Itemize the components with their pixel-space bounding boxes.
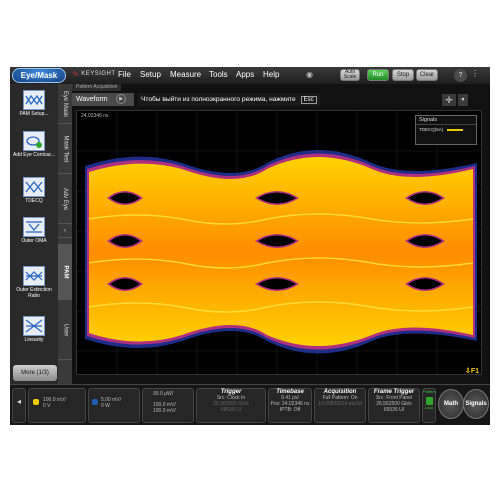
signals-legend-title: Signals [416,116,476,125]
sidebar-item-label: Linearity [24,337,44,343]
channel-1-color-chip [33,399,39,405]
keysight-wave-icon: ∿ [72,69,80,78]
tab-adv-eye[interactable]: Adv Eye [58,174,72,224]
eye-contour-icon [23,131,45,151]
frame-trigger-panel[interactable]: Frame Trigger Src: Front Panel 26.562500… [368,388,420,423]
tab-pam[interactable]: PAM [58,244,72,300]
more-measurements-button[interactable]: More (1/3) [13,365,57,381]
screenshot-camera-icon[interactable]: ◉ [306,70,318,80]
pam-setup-icon [23,90,45,110]
channel-1-panel[interactable]: 100.0 mV/ 0 V [28,388,86,423]
tab-mask-test[interactable]: Mask Test [58,124,72,174]
app-window: Eye/Mask ∿ KEYSIGHT File Setup Measure To… [10,67,490,425]
trigger-ui: 65535 UI [220,407,242,413]
timebase-panel[interactable]: Timebase 9.41 ps/ Pos: 24.02346 ns IPTB:… [268,388,312,423]
clear-button[interactable]: Clear [416,69,438,81]
sidebar-item-label: PAM Setup... [19,111,49,117]
frame-trigger-ui: 65535 UI [383,407,405,413]
measurement-sidebar: PAM Setup... Add Eye Contour... TDECQ Ou… [10,84,58,384]
tab-eye-mask[interactable]: Eye Mask [58,84,72,124]
timebase-iptb: IPTB: Off [279,407,301,413]
sidebar-item-label: TDECQ [25,198,43,204]
linearity-icon [23,316,45,336]
more-options-icon[interactable]: ⋮ [471,69,479,78]
menu-help[interactable]: Help [263,70,279,79]
sidebar-item-pam-setup[interactable]: PAM Setup... [13,90,55,117]
brand-logo: ∿ KEYSIGHT [72,69,116,78]
marker-label: F1 [470,368,479,375]
sidebar-item-label: Add Eye Contour... [13,152,55,158]
lock-label: Lock [424,405,434,410]
tab-label: User [61,323,68,336]
source-scales-panel[interactable]: 99.0 µW/ 100.0 mV/ 100.0 mV/ [142,388,194,423]
sidebar-item-tdecq[interactable]: TDECQ [13,177,55,204]
source-scale-1: 99.0 µW/ [153,391,174,397]
scroll-left-button[interactable]: ◂ [12,388,26,423]
menu-file[interactable]: File [118,70,131,79]
acquisition-panel[interactable]: Acquisition Full Pattern: On 10.99800524… [314,388,366,423]
acquisition-rate: 10.99800524 pts/UI [318,401,362,407]
eye-mask-mode-button[interactable]: Eye/Mask [12,68,66,83]
sidebar-item-add-eye-contour[interactable]: Add Eye Contour... [13,131,55,158]
pattern-label: Pattern [423,389,436,394]
eye-diagram-plot[interactable]: 24.02346 ns Signals TDECQ(5A) ⇩F1 [76,110,482,375]
waveform-area: Pattern Acquisition Waveform ▶ Чтобы вый… [72,84,490,384]
f1-marker[interactable]: ⇩F1 [465,367,479,375]
menu-bar: Eye/Mask ∿ KEYSIGHT File Setup Measure To… [10,67,490,84]
pattern-acquisition-tab[interactable]: Pattern Acquisition [72,84,122,91]
outer-oma-icon [23,217,45,237]
channel-2-panel[interactable]: 5.00 mV/ 0 W [88,388,140,423]
trigger-panel[interactable]: Trigger Src: Clock In 26.562500 Gb/s 655… [196,388,266,423]
sidebar-item-label: Outer OMA [21,238,47,244]
vertical-tab-strip: Eye Mask Mask Test Adv Eye ‹ PAM User [58,84,72,384]
signal-row[interactable]: TDECQ(5A) [416,125,476,134]
brand-name: KEYSIGHT [81,71,116,77]
add-plus-icon[interactable]: ✛ [442,94,456,106]
tab-label: Adv Eye [62,187,69,210]
stop-button[interactable]: Stop [392,69,414,81]
auto-scale-button[interactable]: Auto Scale [340,69,360,81]
chevron-down-icon[interactable]: ▼ [458,94,468,106]
signals-legend[interactable]: Signals TDECQ(5A) [415,115,477,145]
play-icon[interactable]: ▶ [116,94,126,104]
signal-name: TDECQ(5A) [419,127,444,132]
menu-measure[interactable]: Measure [170,70,201,79]
tab-user[interactable]: User [58,300,72,360]
tdecq-icon [23,177,45,197]
signal-color-swatch [447,128,464,131]
sidebar-item-label: Outer Extinction Ratio [16,287,52,299]
extinction-ratio-icon [23,266,45,286]
help-icon[interactable]: ? [454,69,467,82]
signals-button[interactable]: Signals [463,389,489,419]
tab-label: Mask Test [62,135,68,162]
esc-key-hint: Esc [300,95,317,104]
fullscreen-message: Чтобы выйти из полноэкранного режима, на… [141,96,296,103]
tab-label: PAM [61,265,68,278]
tab-label: Waveform [76,96,108,103]
menu-tools[interactable]: Tools [209,70,228,79]
pattern-lock-panel[interactable]: Pattern Lock [422,388,436,423]
math-button[interactable]: Math [438,389,464,419]
sidebar-item-outer-extinction-ratio[interactable]: Outer Extinction Ratio [13,266,55,299]
tab-label: Eye Mask [62,90,68,117]
menu-apps[interactable]: Apps [236,70,254,79]
eye-diagram-graphic [77,111,481,374]
tab-collapse-icon[interactable]: ‹ [58,224,72,238]
channel-2-color-chip [92,399,98,405]
timestamp-label: 24.02346 ns [81,113,109,119]
sidebar-item-linearity[interactable]: Linearity [13,316,55,343]
lock-icon [425,397,433,405]
sidebar-item-outer-oma[interactable]: Outer OMA [13,217,55,244]
status-bar: ◂ 100.0 mV/ 0 V 5.00 mV/ 0 W 99.0 µW/ 10… [10,384,490,425]
fullscreen-notice: Чтобы выйти из полноэкранного режима, на… [138,93,320,106]
run-button[interactable]: Run [367,69,389,81]
menu-setup[interactable]: Setup [140,70,161,79]
source-scale-3: 100.0 mV/ [153,408,176,414]
